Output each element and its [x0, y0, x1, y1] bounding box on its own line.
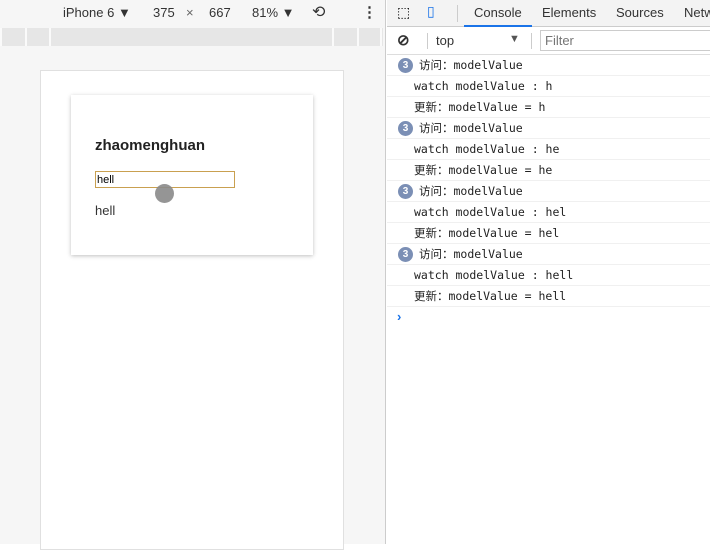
console-log: 3 访问：modelValue watch modelValue : h 更新：mod… — [387, 55, 710, 307]
tab-elements[interactable]: Elements — [542, 5, 596, 20]
tab-network[interactable]: Netw — [684, 5, 710, 20]
times-sign: × — [186, 5, 194, 20]
device-select[interactable]: iPhone 6 ▼ — [63, 5, 131, 20]
page-title: zhaomenghuan — [95, 137, 206, 154]
rotate-icon[interactable]: ⟲ — [312, 2, 325, 22]
repeat-count-badge: 3 — [398, 58, 413, 73]
tab-console[interactable]: Console — [464, 5, 532, 27]
device-toggle-icon[interactable]: ▯ — [427, 3, 435, 20]
console-message: watch modelValue : he — [387, 139, 710, 160]
device-name: iPhone 6 — [63, 5, 115, 20]
device-emulation-pane: iPhone 6 ▼ 375 × 667 81% ▼ ⟲ ⋮ zhaomengh… — [0, 0, 386, 550]
console-message: 3 访问：modelValue — [387, 244, 710, 265]
console-message-text: 访问：modelValue — [419, 184, 523, 198]
demo-card: zhaomenghuan hell — [71, 95, 313, 255]
filter-input[interactable] — [540, 30, 710, 51]
console-message-text: 访问：modelValue — [419, 247, 523, 261]
more-icon[interactable]: ⋮ — [362, 3, 377, 21]
repeat-count-badge: 3 — [398, 247, 413, 262]
devtools-tabbar: ⬚ ▯ Console Elements Sources Netw — [387, 0, 710, 27]
clear-console-icon[interactable]: ⊘ — [397, 31, 410, 49]
media-query-ruler[interactable] — [0, 28, 383, 46]
console-message-text: watch modelValue : h — [414, 79, 553, 93]
console-message: 更新：modelValue = he — [387, 160, 710, 181]
console-message-text: 更新：modelValue = hell — [414, 289, 567, 303]
console-message-text: 访问：modelValue — [419, 58, 523, 72]
chevron-down-icon[interactable]: ▼ — [509, 33, 520, 45]
console-message-text: 访问：modelValue — [419, 121, 523, 135]
console-message: watch modelValue : hel — [387, 202, 710, 223]
height-input[interactable]: 667 — [209, 5, 231, 20]
zoom-value: 81% — [252, 5, 279, 20]
devtools-panel: ⬚ ▯ Console Elements Sources Netw ⊘ top … — [387, 0, 710, 544]
width-input[interactable]: 375 — [153, 5, 175, 20]
divider — [457, 5, 458, 22]
tab-sources[interactable]: Sources — [616, 5, 664, 20]
touch-cursor — [155, 184, 174, 203]
console-message-text: 更新：modelValue = h — [414, 100, 546, 114]
model-output: hell — [95, 203, 116, 218]
console-message-text: watch modelValue : hell — [414, 268, 574, 282]
console-message-text: watch modelValue : he — [414, 142, 560, 156]
inspect-icon[interactable]: ⬚ — [397, 4, 410, 21]
console-message-text: 更新：modelValue = hel — [414, 226, 560, 240]
repeat-count-badge: 3 — [398, 121, 413, 136]
console-message: 3 访问：modelValue — [387, 118, 710, 139]
console-message: 更新：modelValue = hell — [387, 286, 710, 307]
console-toolbar: ⊘ top ▼ — [387, 27, 710, 55]
console-message-text: 更新：modelValue = he — [414, 163, 553, 177]
console-message: 3 访问：modelValue — [387, 55, 710, 76]
console-prompt[interactable]: › — [387, 307, 710, 327]
console-message: 3 访问：modelValue — [387, 181, 710, 202]
console-message: watch modelValue : hell — [387, 265, 710, 286]
zoom-select[interactable]: 81% ▼ — [252, 5, 295, 20]
repeat-count-badge: 3 — [398, 184, 413, 199]
console-message: 更新：modelValue = h — [387, 97, 710, 118]
console-message: 更新：modelValue = hel — [387, 223, 710, 244]
context-select[interactable]: top — [436, 33, 454, 48]
device-toolbar: iPhone 6 ▼ 375 × 667 81% ▼ ⟲ ⋮ — [0, 0, 385, 26]
console-message-text: watch modelValue : hel — [414, 205, 567, 219]
console-message: watch modelValue : h — [387, 76, 710, 97]
